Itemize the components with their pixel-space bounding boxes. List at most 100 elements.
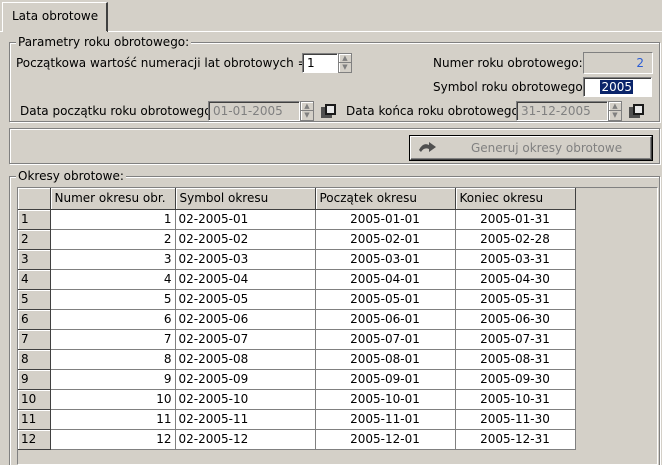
cell-period-symbol[interactable]: 02-2005-10 [175, 389, 316, 410]
cell-period-symbol[interactable]: 02-2005-02 [175, 229, 316, 250]
cell-period-start[interactable]: 2005-09-01 [315, 369, 456, 390]
row-header[interactable]: 4 [18, 269, 51, 290]
cell-period-symbol[interactable]: 02-2005-09 [175, 369, 316, 390]
cell-period-number[interactable]: 5 [50, 289, 176, 310]
cell-period-start[interactable]: 2005-04-01 [315, 269, 456, 290]
spin-down-icon[interactable]: ▼ [609, 111, 621, 120]
cell-period-start[interactable]: 2005-10-01 [315, 389, 456, 410]
cell-period-end[interactable]: 2005-06-30 [455, 309, 576, 330]
cell-period-end[interactable]: 2005-11-30 [455, 409, 576, 430]
start-numbering-stepper[interactable]: ▲ ▼ [338, 53, 352, 73]
table-row[interactable]: 7 7 02-2005-07 2005-07-01 2005-07-31 [18, 329, 576, 350]
cell-period-end[interactable]: 2005-04-30 [455, 269, 576, 290]
cell-period-end[interactable]: 2005-02-28 [455, 229, 576, 250]
start-date-stepper[interactable]: ▲ ▼ [300, 101, 314, 121]
cell-period-end[interactable]: 2005-09-30 [455, 369, 576, 390]
row-header[interactable]: 1 [18, 209, 51, 230]
cell-period-end[interactable]: 2005-07-31 [455, 329, 576, 350]
column-header-start[interactable]: Początek okresu [315, 188, 456, 210]
column-header-number[interactable]: Numer okresu obr. [50, 188, 176, 210]
cell-period-start[interactable]: 2005-05-01 [315, 289, 456, 310]
periods-table: Numer okresu obr. Symbol okresu Początek… [18, 188, 576, 450]
cell-period-symbol[interactable]: 02-2005-04 [175, 269, 316, 290]
year-symbol-input[interactable]: 2005 [583, 77, 652, 97]
cell-period-number[interactable]: 1 [50, 209, 176, 230]
spin-down-icon[interactable]: ▼ [301, 111, 313, 120]
cell-period-start[interactable]: 2005-02-01 [315, 229, 456, 250]
table-row[interactable]: 12 12 02-2005-12 2005-12-01 2005-12-31 [18, 429, 576, 450]
cell-period-start[interactable]: 2005-12-01 [315, 429, 456, 450]
table-row[interactable]: 2 2 02-2005-02 2005-02-01 2005-02-28 [18, 229, 576, 250]
tab-lata-obrotowe[interactable]: Lata obrotowe [2, 2, 108, 32]
cell-period-symbol[interactable]: 02-2005-05 [175, 289, 316, 310]
table-row[interactable]: 9 9 02-2005-09 2005-09-01 2005-09-30 [18, 369, 576, 390]
cell-period-end[interactable]: 2005-05-31 [455, 289, 576, 310]
cell-period-number[interactable]: 3 [50, 249, 176, 270]
column-header-end[interactable]: Koniec okresu [455, 188, 576, 210]
cell-period-end[interactable]: 2005-12-31 [455, 429, 576, 450]
row-header[interactable]: 8 [18, 349, 51, 370]
row-header[interactable]: 10 [18, 389, 51, 410]
row-header[interactable]: 5 [18, 289, 51, 310]
start-date-input[interactable]: 01-01-2005 [208, 101, 300, 121]
cell-period-symbol[interactable]: 02-2005-11 [175, 409, 316, 430]
generate-periods-button[interactable]: Generuj okresy obrotowe [410, 136, 652, 160]
cell-period-number[interactable]: 2 [50, 229, 176, 250]
row-header[interactable]: 6 [18, 309, 51, 330]
row-header[interactable]: 3 [18, 249, 51, 270]
cell-period-number[interactable]: 9 [50, 369, 176, 390]
row-header[interactable]: 11 [18, 409, 51, 430]
cell-period-symbol[interactable]: 02-2005-03 [175, 249, 316, 270]
cell-period-end[interactable]: 2005-01-31 [455, 209, 576, 230]
table-row[interactable]: 11 11 02-2005-11 2005-11-01 2005-11-30 [18, 409, 576, 430]
cell-period-number[interactable]: 11 [50, 409, 176, 430]
row-header[interactable]: 9 [18, 369, 51, 390]
column-header-symbol[interactable]: Symbol okresu [175, 188, 316, 210]
calendar-icon[interactable] [628, 102, 645, 120]
cell-period-start[interactable]: 2005-01-01 [315, 209, 456, 230]
cell-period-end[interactable]: 2005-10-31 [455, 389, 576, 410]
start-numbering-input[interactable]: 1 [302, 53, 338, 73]
cell-period-number[interactable]: 7 [50, 329, 176, 350]
start-numbering-value: 1 [307, 56, 315, 70]
cell-period-end[interactable]: 2005-03-31 [455, 249, 576, 270]
table-row[interactable]: 10 10 02-2005-10 2005-10-01 2005-10-31 [18, 389, 576, 410]
tab-join [3, 31, 107, 32]
cell-period-end[interactable]: 2005-08-31 [455, 349, 576, 370]
table-row[interactable]: 8 8 02-2005-08 2005-08-01 2005-08-31 [18, 349, 576, 370]
cell-period-start[interactable]: 2005-08-01 [315, 349, 456, 370]
end-date-value: 31-12-2005 [521, 104, 591, 118]
table-row[interactable]: 3 3 02-2005-03 2005-03-01 2005-03-31 [18, 249, 576, 270]
cell-period-start[interactable]: 2005-11-01 [315, 409, 456, 430]
row-header[interactable]: 7 [18, 329, 51, 350]
cell-period-symbol[interactable]: 02-2005-08 [175, 349, 316, 370]
end-date-stepper[interactable]: ▲ ▼ [608, 101, 622, 121]
table-row[interactable]: 6 6 02-2005-06 2005-06-01 2005-06-30 [18, 309, 576, 330]
cell-period-start[interactable]: 2005-07-01 [315, 329, 456, 350]
cell-period-symbol[interactable]: 02-2005-01 [175, 209, 316, 230]
generate-periods-label: Generuj okresy obrotowe [471, 141, 623, 155]
cell-period-number[interactable]: 6 [50, 309, 176, 330]
spin-up-icon[interactable]: ▲ [609, 102, 621, 111]
cell-period-start[interactable]: 2005-06-01 [315, 309, 456, 330]
year-number-value: 2 [636, 56, 644, 70]
cell-period-number[interactable]: 10 [50, 389, 176, 410]
cell-period-number[interactable]: 12 [50, 429, 176, 450]
cell-period-symbol[interactable]: 02-2005-12 [175, 429, 316, 450]
row-header[interactable]: 2 [18, 229, 51, 250]
calendar-icon[interactable] [320, 102, 337, 120]
cell-period-number[interactable]: 8 [50, 349, 176, 370]
table-row[interactable]: 5 5 02-2005-05 2005-05-01 2005-05-31 [18, 289, 576, 310]
table-row[interactable]: 1 1 02-2005-01 2005-01-01 2005-01-31 [18, 209, 576, 230]
spin-down-icon[interactable]: ▼ [339, 63, 351, 72]
spin-up-icon[interactable]: ▲ [301, 102, 313, 111]
cell-period-symbol[interactable]: 02-2005-07 [175, 329, 316, 350]
spin-up-icon[interactable]: ▲ [339, 54, 351, 63]
cell-period-number[interactable]: 4 [50, 269, 176, 290]
cell-period-start[interactable]: 2005-03-01 [315, 249, 456, 270]
cell-period-symbol[interactable]: 02-2005-06 [175, 309, 316, 330]
table-row[interactable]: 4 4 02-2005-04 2005-04-01 2005-04-30 [18, 269, 576, 290]
periods-grid[interactable]: Numer okresu obr. Symbol okresu Początek… [17, 187, 658, 465]
row-header[interactable]: 12 [18, 429, 51, 450]
end-date-input[interactable]: 31-12-2005 [516, 101, 608, 121]
